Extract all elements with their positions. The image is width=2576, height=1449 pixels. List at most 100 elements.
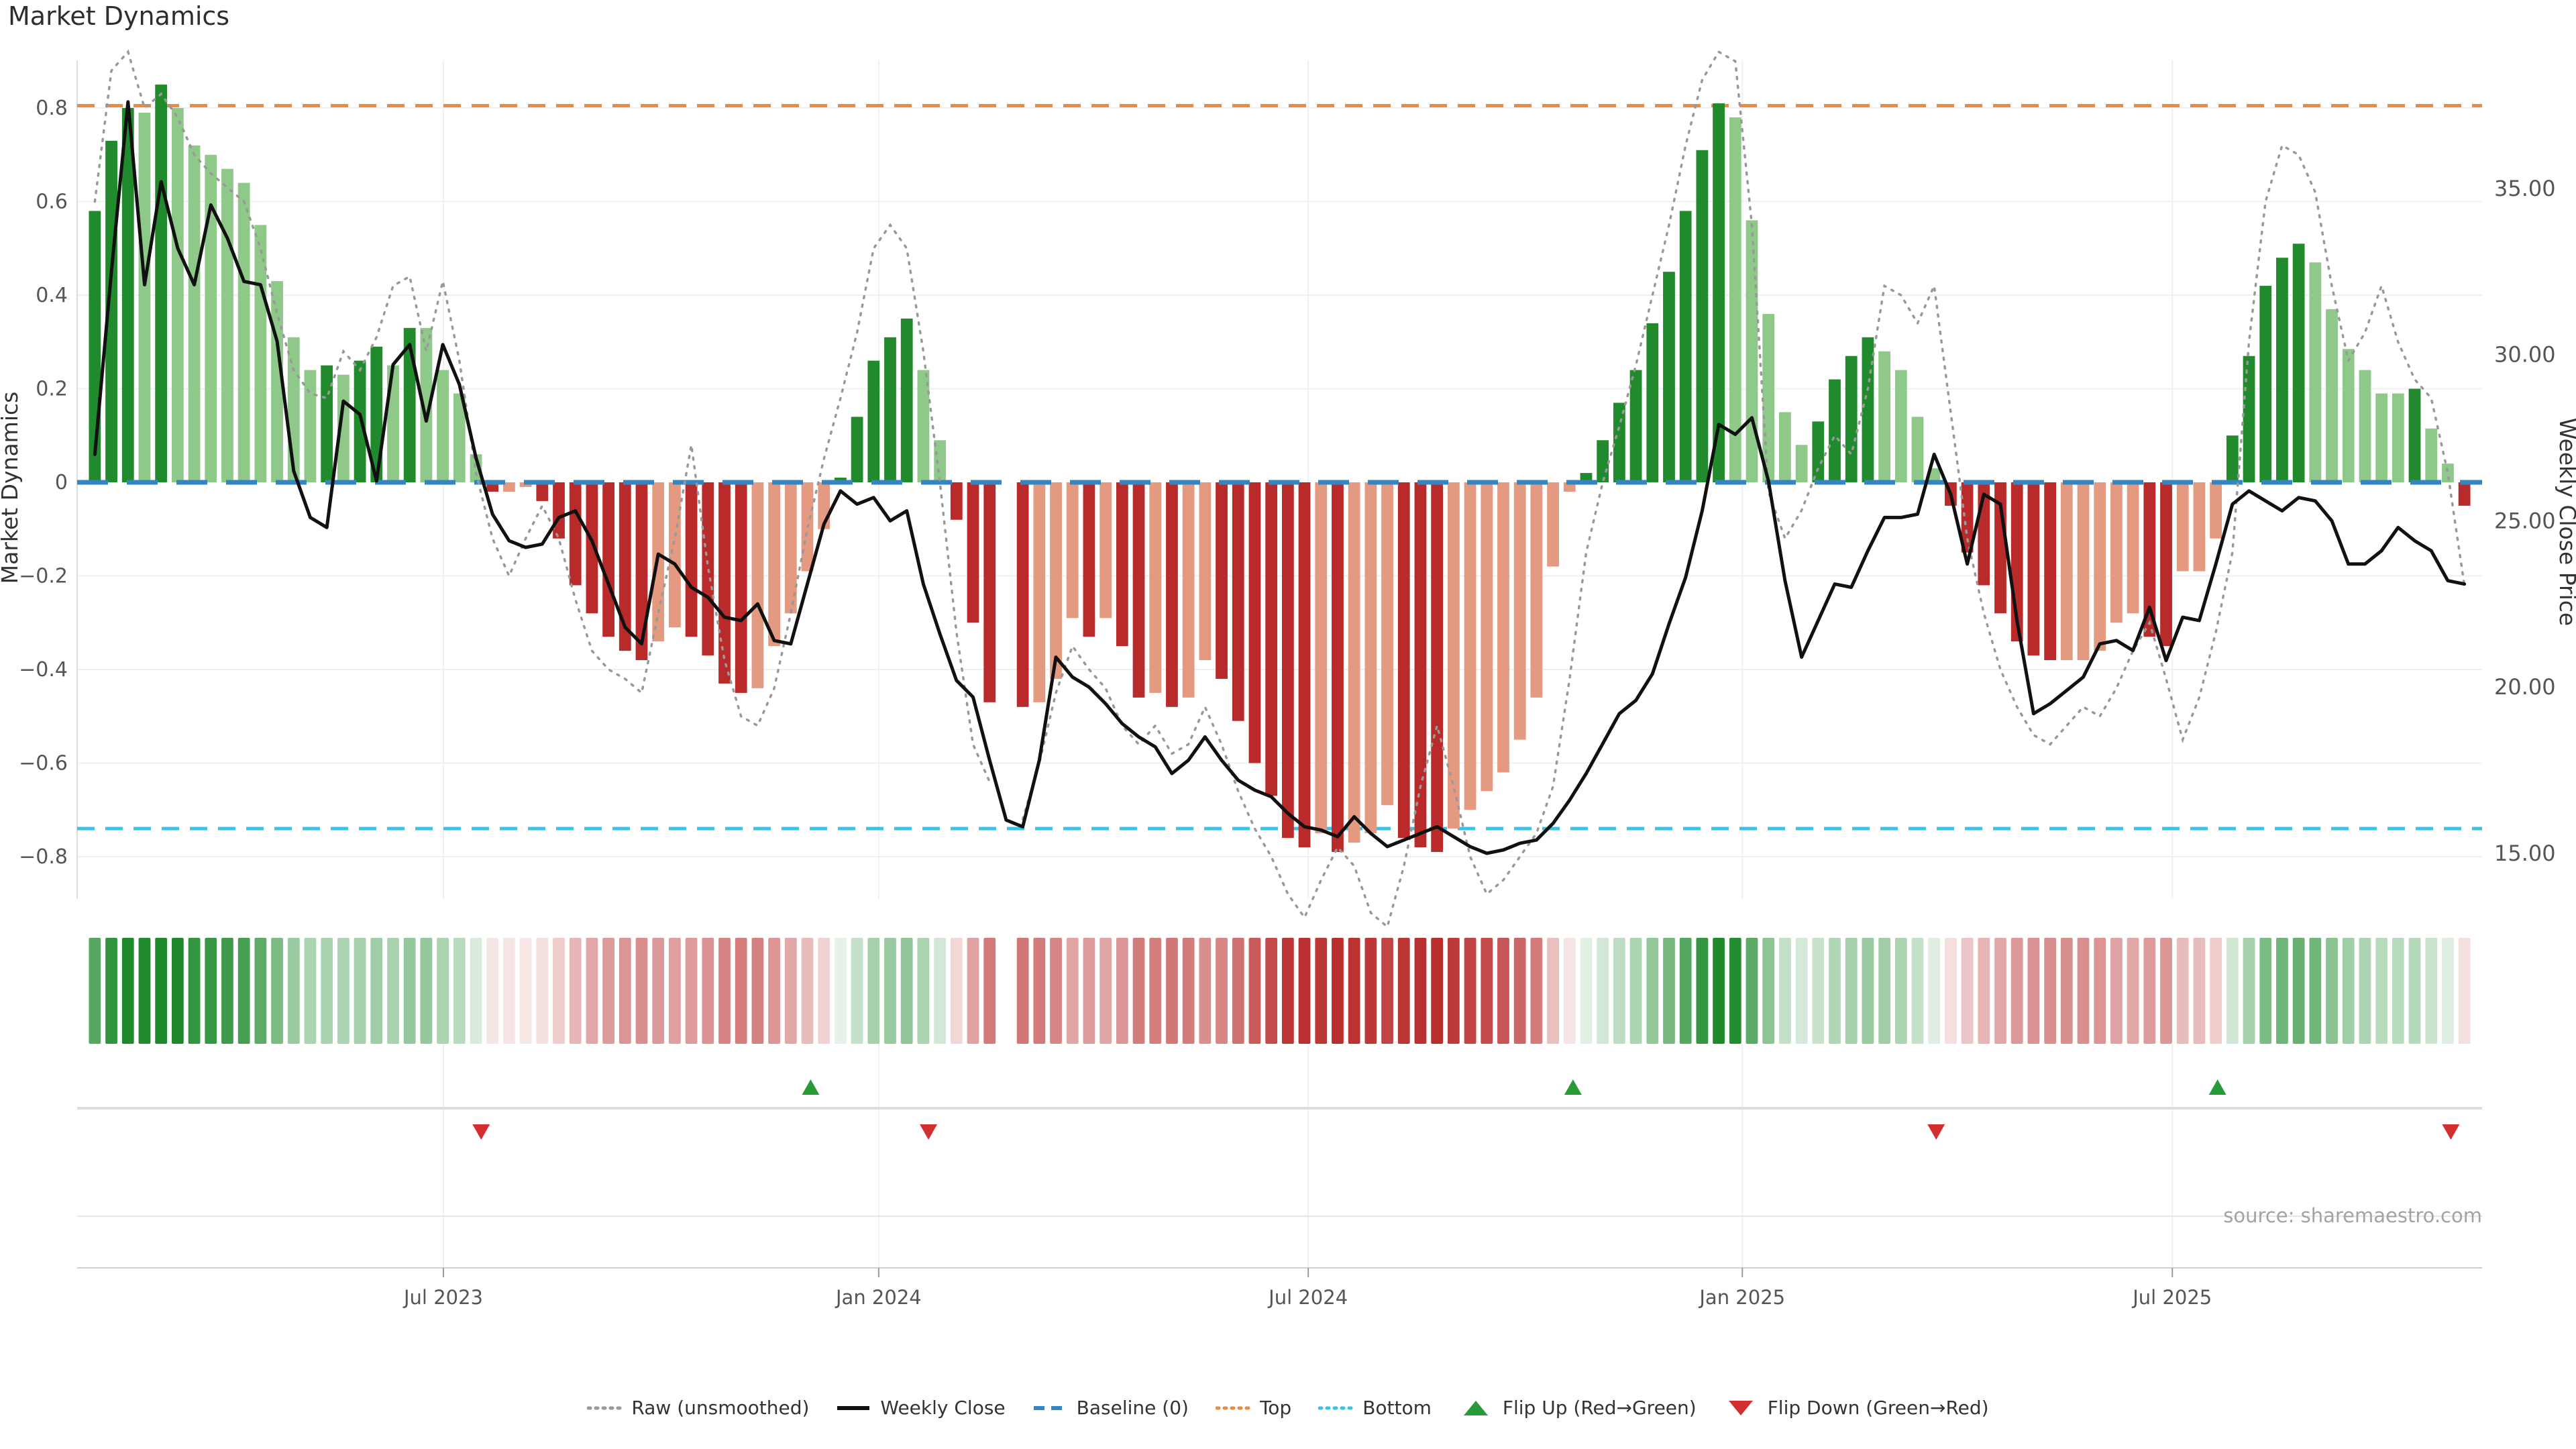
heatmap-cell[interactable] bbox=[1812, 938, 1824, 1044]
heatmap-cell[interactable] bbox=[420, 938, 432, 1044]
heatmap-cell[interactable] bbox=[2127, 938, 2139, 1044]
dynamics-bar[interactable] bbox=[139, 113, 151, 482]
dynamics-bar[interactable] bbox=[2425, 429, 2437, 482]
dynamics-bar[interactable] bbox=[702, 482, 714, 655]
heatmap-cell[interactable] bbox=[1448, 938, 1460, 1044]
dynamics-bar[interactable] bbox=[918, 370, 930, 482]
dynamics-bar[interactable] bbox=[2194, 482, 2206, 572]
flip-down-marker[interactable] bbox=[2442, 1124, 2459, 1140]
heatmap-cell[interactable] bbox=[1912, 938, 1924, 1044]
dynamics-bar[interactable] bbox=[2127, 482, 2139, 613]
heatmap-cell[interactable] bbox=[1232, 938, 1244, 1044]
dynamics-bar[interactable] bbox=[553, 482, 565, 539]
dynamics-bar[interactable] bbox=[1332, 482, 1344, 852]
dynamics-bar[interactable] bbox=[1364, 482, 1377, 833]
heatmap-cell[interactable] bbox=[1547, 938, 1559, 1044]
flip-up-marker[interactable] bbox=[802, 1079, 819, 1095]
heatmap-cell[interactable] bbox=[139, 938, 151, 1044]
legend-baseline[interactable]: Baseline (0) bbox=[1032, 1397, 1189, 1419]
heatmap-cell[interactable] bbox=[89, 938, 101, 1044]
dynamics-bar[interactable] bbox=[437, 370, 449, 482]
dynamics-bar[interactable] bbox=[1232, 482, 1244, 721]
heatmap-cell[interactable] bbox=[189, 938, 201, 1044]
heatmap-cell[interactable] bbox=[1398, 938, 1410, 1044]
heatmap-cell[interactable] bbox=[2293, 938, 2305, 1044]
heatmap-cell[interactable] bbox=[2210, 938, 2222, 1044]
heatmap-cell[interactable] bbox=[1497, 938, 1509, 1044]
dynamics-bar[interactable] bbox=[1878, 352, 1890, 482]
heatmap-cell[interactable] bbox=[983, 938, 996, 1044]
dynamics-bar[interactable] bbox=[686, 482, 698, 637]
heatmap-cell[interactable] bbox=[288, 938, 300, 1044]
dynamics-bar[interactable] bbox=[321, 366, 333, 482]
heatmap-cell[interactable] bbox=[818, 938, 830, 1044]
heatmap-cell[interactable] bbox=[1332, 938, 1344, 1044]
dynamics-bar[interactable] bbox=[1497, 482, 1509, 772]
dynamics-bar[interactable] bbox=[536, 482, 548, 501]
heatmap-cell[interactable] bbox=[1183, 938, 1195, 1044]
heatmap-cell[interactable] bbox=[2442, 938, 2454, 1044]
dynamics-bar[interactable] bbox=[1530, 482, 1542, 698]
dynamics-bar[interactable] bbox=[1299, 482, 1311, 847]
legend-top[interactable]: Top bbox=[1216, 1397, 1291, 1419]
heatmap-cell[interactable] bbox=[1348, 938, 1360, 1044]
dynamics-bar[interactable] bbox=[1265, 482, 1277, 796]
dynamics-bar[interactable] bbox=[1348, 482, 1360, 843]
heatmap-cell[interactable] bbox=[1994, 938, 2006, 1044]
dynamics-bar[interactable] bbox=[189, 146, 201, 482]
heatmap-cell[interactable] bbox=[205, 938, 217, 1044]
heatmap-cell[interactable] bbox=[2011, 938, 2023, 1044]
dynamics-bar[interactable] bbox=[1779, 412, 1791, 482]
heatmap-cell[interactable] bbox=[636, 938, 648, 1044]
dynamics-bar[interactable] bbox=[2326, 309, 2338, 482]
heatmap-cell[interactable] bbox=[1845, 938, 1858, 1044]
heatmap-cell[interactable] bbox=[2028, 938, 2040, 1044]
dynamics-bar[interactable] bbox=[155, 85, 167, 482]
dynamics-bar[interactable] bbox=[1149, 482, 1161, 693]
dynamics-bar[interactable] bbox=[2293, 244, 2305, 482]
dynamics-bar[interactable] bbox=[1630, 370, 1642, 482]
dynamics-bar[interactable] bbox=[1762, 314, 1774, 482]
heatmap-cell[interactable] bbox=[1282, 938, 1294, 1044]
heatmap-cell[interactable] bbox=[1199, 938, 1211, 1044]
heatmap-cell[interactable] bbox=[437, 938, 449, 1044]
dynamics-bar[interactable] bbox=[1663, 272, 1675, 482]
heatmap-cell[interactable] bbox=[619, 938, 631, 1044]
legend-flip-up[interactable]: Flip Up (Red→Green) bbox=[1458, 1397, 1697, 1419]
dynamics-bar[interactable] bbox=[1315, 482, 1327, 833]
dynamics-bar[interactable] bbox=[221, 169, 233, 482]
heatmap-cell[interactable] bbox=[2425, 938, 2437, 1044]
legend-raw[interactable]: Raw (unsmoothed) bbox=[587, 1397, 809, 1419]
heatmap-cell[interactable] bbox=[1928, 938, 1940, 1044]
dynamics-bar[interactable] bbox=[1099, 482, 1112, 618]
dynamics-bar[interactable] bbox=[884, 337, 896, 482]
dynamics-bar[interactable] bbox=[1166, 482, 1178, 707]
heatmap-cell[interactable] bbox=[1962, 938, 1974, 1044]
heatmap-cell[interactable] bbox=[520, 938, 532, 1044]
heatmap-cell[interactable] bbox=[105, 938, 117, 1044]
heatmap-cell[interactable] bbox=[652, 938, 664, 1044]
heatmap-cell[interactable] bbox=[1514, 938, 1526, 1044]
dynamics-bar[interactable] bbox=[669, 482, 681, 627]
dynamics-bar[interactable] bbox=[951, 482, 963, 520]
dynamics-bar[interactable] bbox=[1381, 482, 1393, 805]
heatmap-cell[interactable] bbox=[1862, 938, 1874, 1044]
dynamics-bar[interactable] bbox=[2226, 435, 2239, 482]
dynamics-bar[interactable] bbox=[867, 361, 879, 482]
heatmap-cell[interactable] bbox=[2392, 938, 2404, 1044]
heatmap-cell[interactable] bbox=[2375, 938, 2387, 1044]
heatmap-cell[interactable] bbox=[1315, 938, 1327, 1044]
flip-up-marker[interactable] bbox=[2209, 1079, 2226, 1095]
heatmap-cell[interactable] bbox=[172, 938, 184, 1044]
heatmap-cell[interactable] bbox=[2343, 938, 2355, 1044]
heatmap-cell[interactable] bbox=[586, 938, 598, 1044]
dynamics-bar[interactable] bbox=[2309, 262, 2321, 482]
heatmap-cell[interactable] bbox=[2177, 938, 2189, 1044]
dynamics-bar[interactable] bbox=[354, 361, 366, 482]
heatmap-cell[interactable] bbox=[2160, 938, 2172, 1044]
heatmap-cell[interactable] bbox=[1017, 938, 1029, 1044]
heatmap-cell[interactable] bbox=[404, 938, 416, 1044]
heatmap-cell[interactable] bbox=[122, 938, 134, 1044]
heatmap-cell[interactable] bbox=[553, 938, 565, 1044]
heatmap-cell[interactable] bbox=[1646, 938, 1658, 1044]
